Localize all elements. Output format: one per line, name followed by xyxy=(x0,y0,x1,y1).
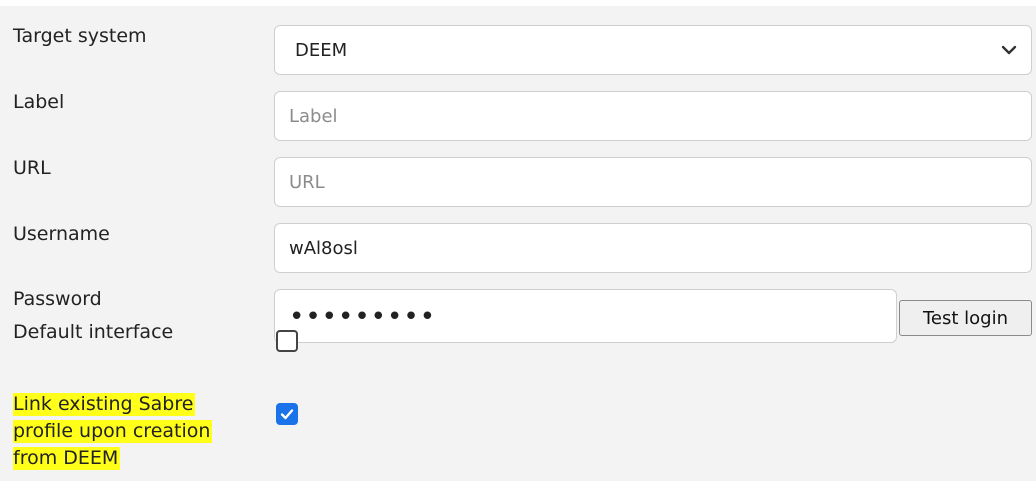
link-sabre-label-line3: from DEEM xyxy=(13,447,121,470)
link-sabre-label-line2: profile upon creation xyxy=(13,420,213,443)
url-input[interactable] xyxy=(274,157,1032,207)
link-sabre-label: Link existing Sabre profile upon creatio… xyxy=(13,391,213,472)
target-system-value: DEEM xyxy=(295,39,348,61)
password-label: Password xyxy=(13,288,102,310)
link-sabre-checkbox[interactable] xyxy=(276,403,298,425)
default-interface-checkbox[interactable] xyxy=(276,330,298,352)
password-mask: ••••••••• xyxy=(289,302,437,332)
username-label: Username xyxy=(13,223,110,245)
test-login-button[interactable]: Test login xyxy=(899,300,1032,336)
url-field-label: URL xyxy=(13,157,51,179)
username-input[interactable]: wAl8osl xyxy=(274,223,1032,273)
password-input[interactable]: ••••••••• xyxy=(274,289,897,343)
username-value: wAl8osl xyxy=(289,237,358,259)
checkmark-icon xyxy=(280,409,294,420)
label-input[interactable] xyxy=(274,91,1032,141)
target-system-label: Target system xyxy=(13,25,147,47)
chevron-down-icon xyxy=(1001,45,1017,55)
label-field-label: Label xyxy=(13,91,65,113)
connection-form: Target system DEEM Label URL Username wA… xyxy=(0,6,1036,481)
link-sabre-label-line1: Link existing Sabre xyxy=(13,393,196,416)
target-system-select[interactable]: DEEM xyxy=(274,25,1032,75)
default-interface-label: Default interface xyxy=(13,321,174,343)
